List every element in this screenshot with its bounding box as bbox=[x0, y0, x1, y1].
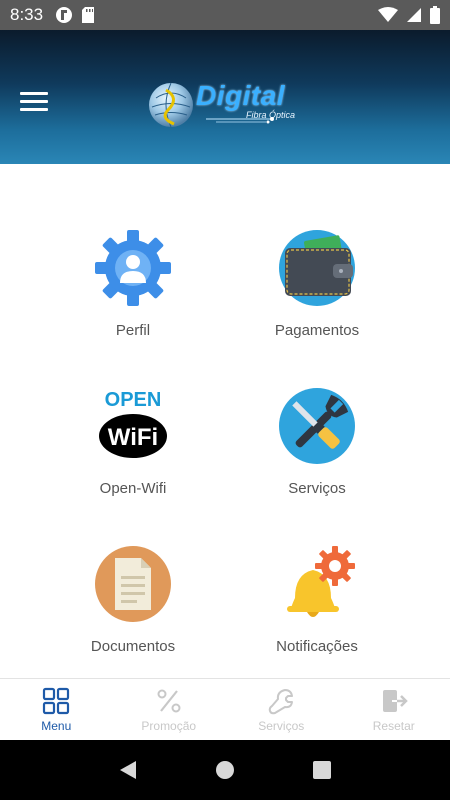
open-wifi-icon: OPEN WiFi bbox=[99, 389, 167, 458]
app-screen: 8:33 Digital Fibra Óptica Perfil Pagamen… bbox=[0, 0, 450, 800]
signal-icon bbox=[407, 8, 421, 22]
status-time: 8:33 bbox=[10, 5, 44, 24]
nav-item-resetar[interactable]: Resetar bbox=[338, 679, 450, 740]
grid-icon bbox=[43, 687, 70, 714]
fiber-lines-icon bbox=[206, 117, 274, 124]
menu-tile-servicos[interactable]: Serviços bbox=[224, 386, 410, 526]
battery-icon bbox=[430, 6, 440, 24]
exit-icon bbox=[382, 689, 408, 712]
menu-tile-label: Serviços bbox=[288, 480, 346, 497]
nav-item-promocao[interactable]: Promoção bbox=[113, 679, 226, 740]
bell-gear-icon bbox=[287, 546, 355, 617]
globe-logo-icon bbox=[149, 82, 193, 128]
menu-tile-notificacoes[interactable]: Notificações bbox=[224, 544, 410, 684]
recents-icon[interactable] bbox=[310, 758, 334, 782]
tools-icon bbox=[279, 388, 355, 464]
nav-label: Resetar bbox=[372, 718, 415, 733]
sd-card-icon bbox=[82, 7, 95, 23]
menu-tile-documentos[interactable]: Documentos bbox=[40, 544, 226, 684]
menu-tile-label: Open-Wifi bbox=[99, 480, 167, 497]
wrench-icon bbox=[269, 688, 294, 714]
menu-tile-label: Perfil bbox=[115, 322, 151, 339]
profile-gear-icon bbox=[95, 230, 171, 306]
status-left-icons bbox=[55, 6, 95, 24]
menu-line bbox=[20, 92, 48, 95]
bottom-navigation: Menu Promoção Serviços Resetar bbox=[0, 678, 450, 740]
nav-item-menu[interactable]: Menu bbox=[0, 679, 113, 740]
wifi-icon bbox=[378, 7, 398, 22]
app-header: Digital Fibra Óptica bbox=[0, 30, 450, 164]
wallet-icon bbox=[279, 230, 355, 306]
menu-grid: Perfil Pagamentos OPEN WiFi Open-Wifi Se… bbox=[40, 228, 410, 668]
nav-label: Promoção bbox=[141, 718, 197, 733]
company-logo: Digital Fibra Óptica bbox=[146, 80, 316, 130]
percent-icon bbox=[157, 689, 181, 712]
nav-label: Menu bbox=[41, 718, 72, 733]
back-icon[interactable] bbox=[116, 758, 140, 782]
menu-tile-pagamentos[interactable]: Pagamentos bbox=[224, 228, 410, 368]
menu-tile-open-wifi[interactable]: OPEN WiFi Open-Wifi bbox=[40, 386, 226, 526]
home-icon[interactable] bbox=[213, 758, 237, 782]
system-navigation-bar bbox=[0, 740, 450, 800]
menu-tile-label: Documentos bbox=[90, 638, 176, 655]
nav-item-servicos[interactable]: Serviços bbox=[225, 679, 338, 740]
logo-text: Digital bbox=[196, 80, 286, 111]
menu-tile-perfil[interactable]: Perfil bbox=[40, 228, 226, 368]
menu-line bbox=[20, 108, 48, 111]
menu-line bbox=[20, 100, 48, 103]
menu-tile-label: Pagamentos bbox=[274, 322, 360, 339]
open-wifi-bottom-text: WiFi bbox=[108, 424, 158, 451]
hamburger-menu-button[interactable] bbox=[20, 92, 48, 114]
status-bar: 8:33 bbox=[0, 0, 450, 30]
open-wifi-top-text: OPEN bbox=[105, 389, 162, 411]
app-notification-icon bbox=[56, 7, 73, 23]
document-icon bbox=[95, 546, 171, 622]
status-right-icons bbox=[378, 6, 440, 24]
nav-label: Serviços bbox=[258, 718, 305, 733]
menu-tile-label: Notificações bbox=[276, 638, 358, 655]
